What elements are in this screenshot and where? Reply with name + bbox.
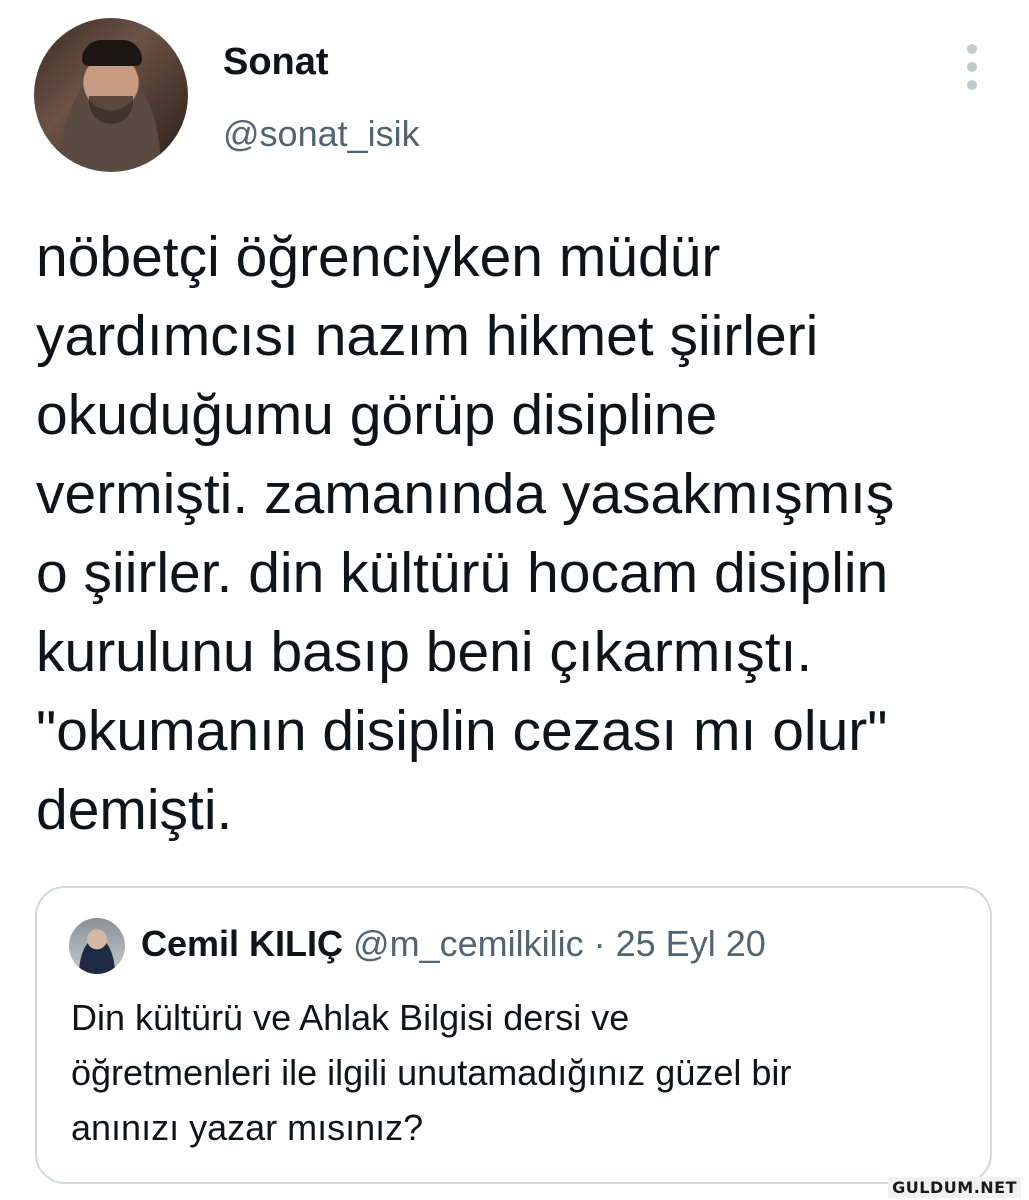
site-watermark: GULDUM.NET [888, 1177, 1021, 1198]
avatar-beard-shape [89, 96, 133, 124]
author-display-name[interactable]: Sonat [223, 38, 329, 86]
more-dot [967, 62, 977, 72]
quoted-tweet-text: Din kültürü ve Ahlak Bilgisi dersi ve öğ… [71, 997, 792, 1148]
avatar-hair-shape [82, 40, 142, 66]
quoted-tweet-card[interactable]: Cemil KILIÇ @m_cemilkilic · 25 Eyl 20 Di… [35, 886, 992, 1184]
quoted-author-name[interactable]: Cemil KILIÇ [141, 923, 343, 964]
more-vertical-icon[interactable] [958, 44, 986, 90]
more-dot [967, 80, 977, 90]
quoted-author-handle[interactable]: @m_cemilkilic [353, 923, 584, 964]
author-handle[interactable]: @sonat_isik [223, 110, 420, 158]
quoted-author-avatar[interactable] [69, 918, 125, 974]
quoted-tweet-date[interactable]: 25 Eyl 20 [616, 923, 766, 964]
more-dot [967, 44, 977, 54]
tweet-text: nöbetçi öğrenciyken müdür yardımcısı naz… [36, 225, 895, 842]
author-avatar[interactable] [34, 18, 188, 172]
header-separator: · [593, 923, 606, 964]
quoted-tweet-header: Cemil KILIÇ @m_cemilkilic · 25 Eyl 20 [141, 920, 766, 968]
